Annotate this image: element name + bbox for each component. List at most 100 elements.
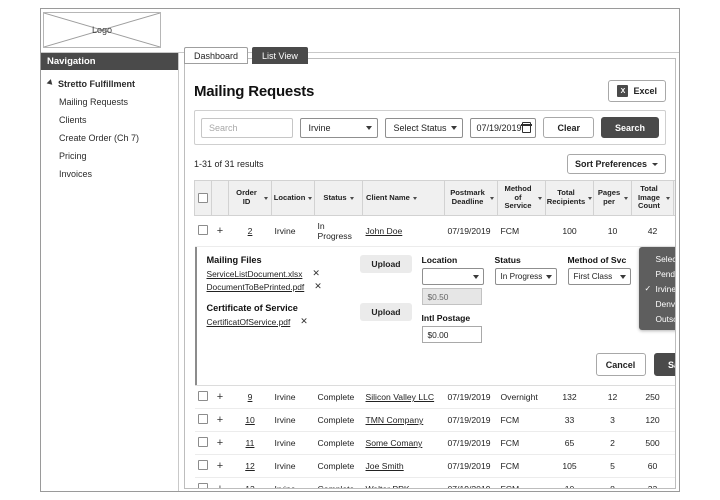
remove-file-icon[interactable]: ✕	[314, 281, 322, 292]
row-checkbox[interactable]	[198, 460, 208, 471]
status-select[interactable]: Select Status	[385, 117, 464, 138]
sidebar-item-pricing[interactable]: Pricing	[41, 143, 178, 161]
select-all-checkbox[interactable]	[198, 193, 208, 204]
dropdown-option-irvine[interactable]: ✓ Irvine	[639, 281, 676, 296]
order-id-link[interactable]: 9	[248, 392, 253, 402]
expand-row-icon[interactable]: +	[217, 437, 223, 449]
detail-method-select[interactable]: First Class	[567, 268, 631, 286]
sort-preferences-label: Sort Preferences	[574, 159, 647, 169]
detail-status-select[interactable]: In Progress	[494, 268, 557, 286]
header-pages-per[interactable]: Pages per	[593, 179, 632, 217]
table-row[interactable]: + 13 Irvine Complete Walter PPK 07/19/20…	[194, 477, 675, 488]
client-name-link[interactable]: Joe Smith	[366, 461, 404, 471]
table-row[interactable]: + 12 Irvine Complete Joe Smith 07/19/201…	[194, 454, 675, 479]
cell-client-name: Some Comany	[362, 431, 445, 456]
select-all-header	[194, 179, 212, 217]
detail-location-rate[interactable]: $0.50	[421, 288, 482, 306]
table-row[interactable]: + 2 Irvine In Progress John Doe 07/19/20…	[194, 215, 675, 248]
upload-certificate-button[interactable]: Upload	[360, 303, 412, 322]
header-total-image-count[interactable]: Total Image Count	[631, 179, 674, 217]
order-id-link[interactable]: 13	[245, 484, 255, 488]
location-dropdown-menu[interactable]: Select Pending	[638, 247, 676, 331]
header-method-of-service[interactable]: Method of Service	[497, 179, 546, 217]
tab-list-view[interactable]: List View	[252, 47, 308, 64]
file-item: CertificatOfService.pdf ✕	[207, 316, 308, 327]
header-postmark-deadline[interactable]: Postmark Deadline	[444, 179, 498, 217]
file-item: DocumentToBePrinted.pdf ✕	[207, 281, 322, 292]
save-button[interactable]: Save	[653, 353, 675, 377]
cell-postmark-deadline: 07/19/2019	[444, 408, 498, 433]
order-id-link[interactable]: 2	[248, 226, 253, 236]
header-status[interactable]: Status	[314, 179, 363, 217]
panel-inner: Mailing Requests X Excel Search Irvine S…	[185, 71, 675, 488]
expand-row-icon[interactable]: +	[217, 483, 223, 488]
dropdown-option-pending[interactable]: Pending	[639, 266, 676, 281]
expand-row-icon[interactable]: +	[217, 414, 223, 426]
header-total-recipients-label: Total Recipients	[546, 188, 586, 207]
detail-location-select[interactable]	[421, 268, 484, 286]
order-id-link[interactable]: 11	[246, 438, 255, 448]
header-order-id[interactable]: Order ID	[228, 179, 272, 217]
file-link[interactable]: CertificatOfService.pdf	[207, 317, 291, 327]
row-select-cell	[194, 454, 212, 479]
expand-row-icon[interactable]: +	[217, 225, 223, 237]
remove-file-icon[interactable]: ✕	[300, 316, 308, 327]
row-checkbox[interactable]	[198, 391, 208, 402]
sidebar-item-mailing-requests[interactable]: Mailing Requests	[41, 89, 178, 107]
sidebar-root-stretto-fulfillment[interactable]: Stretto Fulfillment	[41, 70, 178, 89]
collapse-triangle-icon[interactable]	[46, 79, 55, 87]
location-select[interactable]: Irvine	[300, 117, 379, 138]
sidebar-item-create-order[interactable]: Create Order (Ch 7)	[41, 125, 178, 143]
export-excel-button[interactable]: X Excel	[608, 80, 666, 102]
sort-preferences-button[interactable]: Sort Preferences	[566, 154, 666, 174]
cell-location: Irvine	[271, 215, 315, 248]
client-name-link[interactable]: Walter PPK	[366, 484, 410, 488]
file-link[interactable]: ServiceListDocument.xlsx	[207, 269, 303, 279]
expand-row-icon[interactable]: +	[217, 460, 223, 472]
client-name-link[interactable]: TMN Company	[366, 415, 424, 425]
clear-button[interactable]: Clear	[543, 117, 594, 138]
order-id-link[interactable]: 12	[245, 461, 255, 471]
row-checkbox[interactable]	[198, 414, 208, 425]
expand-row-icon[interactable]: +	[217, 391, 223, 403]
header-intl[interactable]: Intl	[673, 179, 675, 217]
tab-dashboard[interactable]: Dashboard	[184, 47, 249, 64]
table-row[interactable]: + 9 Irvine Complete Silicon Valley LLC 0…	[194, 385, 675, 410]
mailing-files-title: Mailing Files	[206, 255, 262, 266]
row-expand-cell: +	[211, 215, 229, 248]
row-checkbox[interactable]	[198, 225, 208, 236]
header-total-recipients[interactable]: Total Recipients	[545, 179, 594, 217]
cell-pages-per: 8	[593, 477, 632, 488]
cell-status: Complete	[314, 408, 363, 433]
dropdown-option-outsourced[interactable]: Outsourced	[639, 311, 676, 326]
body-wrapper: Navigation Stretto Fulfillment Mailing R…	[41, 47, 679, 491]
cancel-button[interactable]: Cancel	[595, 353, 646, 377]
search-button[interactable]: Search	[600, 117, 659, 138]
sidebar-item-invoices[interactable]: Invoices	[41, 161, 178, 179]
client-name-link[interactable]: Silicon Valley LLC	[366, 392, 435, 402]
intl-postage-input[interactable]: $0.00	[421, 326, 482, 344]
calendar-icon[interactable]	[521, 122, 532, 133]
dropdown-option-select[interactable]: Select	[639, 251, 676, 266]
file-link[interactable]: DocumentToBePrinted.pdf	[207, 282, 305, 292]
header-location[interactable]: Location	[271, 179, 315, 217]
date-input[interactable]: 07/19/2019	[470, 117, 537, 138]
table-row[interactable]: + 10 Irvine Complete TMN Company 07/19/2…	[194, 408, 675, 433]
cell-intl	[673, 215, 675, 248]
row-checkbox[interactable]	[198, 437, 208, 448]
upload-mailing-files-button[interactable]: Upload	[360, 255, 412, 274]
sidebar-item-clients[interactable]: Clients	[41, 107, 178, 125]
search-input[interactable]: Search	[201, 117, 294, 138]
dropdown-option-denver[interactable]: Denver	[639, 296, 676, 311]
client-name-link[interactable]: John Doe	[366, 226, 403, 236]
mailing-requests-table: Order ID Location Status Client Name Pos…	[194, 179, 676, 488]
client-name-link[interactable]: Some Comany	[366, 438, 423, 448]
table-row[interactable]: + 11 Irvine Complete Some Comany 07/19/2…	[194, 431, 675, 456]
header-client-name[interactable]: Client Name	[362, 179, 445, 217]
remove-file-icon[interactable]: ✕	[312, 268, 320, 279]
cell-postmark-deadline: 07/19/2019	[444, 454, 498, 479]
chevron-down-icon	[545, 274, 552, 279]
row-checkbox[interactable]	[198, 483, 208, 488]
order-id-link[interactable]: 10	[245, 415, 255, 425]
location-select-value: Irvine	[308, 122, 331, 133]
